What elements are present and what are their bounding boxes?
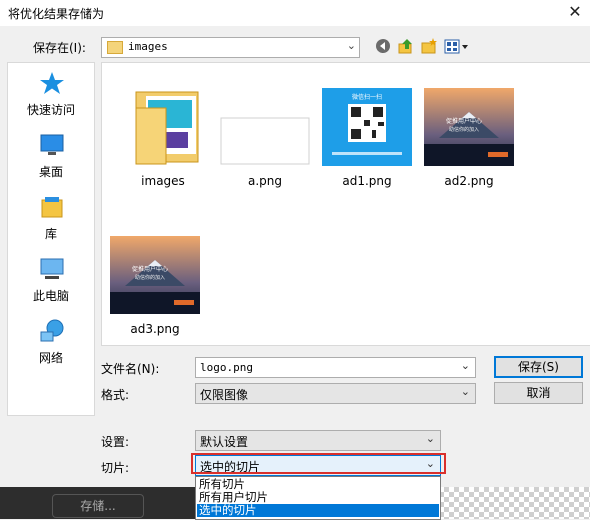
sidebar-item-library[interactable]: 库 (8, 193, 94, 243)
filename-value: logo.png (200, 361, 253, 374)
places-sidebar: 快速访问 桌面 库 此电脑 网络 (7, 62, 95, 416)
format-value: 仅限图像 (200, 388, 249, 402)
mountain-thumb-subtitle: 助信你的加入 (134, 275, 165, 281)
format-select[interactable]: 仅限图像 ⌄ (195, 383, 476, 404)
settings-label: 设置: (101, 435, 130, 449)
store-button[interactable]: 存储... (52, 494, 144, 518)
dialog-title: 将优化结果存储为 (8, 7, 105, 21)
file-item-a-png[interactable]: a.png (215, 88, 315, 192)
file-item-ad2-png[interactable]: 促推用户中心 助信你的加入 ad2.png (419, 88, 519, 192)
chevron-down-icon: ⌄ (460, 359, 470, 372)
slices-dropdown-list: 所有切片 所有用户切片 选中的切片 (195, 476, 441, 520)
location-label: 保存在(I): (33, 41, 86, 55)
highlight-frame (191, 453, 446, 474)
mountain-thumb-title: 促推用户中心 (445, 118, 482, 125)
format-label: 格式: (101, 388, 130, 402)
library-icon (41, 197, 63, 218)
file-item-ad3-png[interactable]: 促推用户中心 助信你的加入 ad3.png (105, 236, 205, 340)
computer-icon (40, 258, 64, 279)
image-thumbnail (220, 117, 310, 165)
settings-select[interactable]: 默认设置 ⌄ (195, 430, 441, 451)
file-list: images a.png 微信扫一扫 ad1.png 促推用户中心 助信你的加入… (101, 62, 590, 346)
view-menu-icon[interactable] (444, 39, 472, 55)
qr-thumb-title: 微信扫一扫 (351, 94, 382, 101)
slices-label: 切片: (101, 461, 130, 475)
sidebar-item-desktop[interactable]: 桌面 (8, 131, 94, 181)
settings-value: 默认设置 (200, 435, 249, 449)
close-icon[interactable]: ✕ (566, 2, 584, 22)
chevron-down-icon: ⌄ (346, 39, 356, 52)
location-value: images (128, 40, 168, 53)
cancel-button[interactable]: 取消 (494, 382, 583, 404)
folder-icon (135, 91, 199, 165)
chevron-down-icon: ⌄ (425, 432, 435, 445)
save-button[interactable]: 保存(S) (494, 356, 583, 378)
mountain-thumb-title: 促推用户中心 (131, 266, 168, 273)
location-select[interactable]: images ⌄ (101, 37, 360, 58)
slices-option-selected[interactable]: 选中的切片 (197, 504, 439, 517)
new-folder-icon[interactable] (421, 38, 437, 54)
folder-icon (107, 41, 123, 54)
file-item-images[interactable]: images (113, 88, 213, 192)
star-icon (40, 72, 64, 94)
up-folder-icon[interactable] (398, 38, 414, 54)
back-icon[interactable] (375, 38, 391, 54)
filename-input[interactable]: logo.png ⌄ (195, 357, 476, 378)
sidebar-item-network[interactable]: 网络 (8, 317, 94, 367)
desktop-icon (40, 134, 64, 155)
transparency-checkerboard (439, 487, 590, 519)
sidebar-item-quick-access[interactable]: 快速访问 (8, 69, 94, 119)
network-icon (40, 319, 64, 342)
filename-label: 文件名(N): (101, 362, 160, 376)
file-item-ad1-png[interactable]: 微信扫一扫 ad1.png (317, 88, 417, 192)
mountain-thumb-subtitle: 助信你的加入 (448, 127, 479, 133)
sidebar-item-this-pc[interactable]: 此电脑 (8, 255, 94, 305)
chevron-down-icon: ⌄ (460, 385, 470, 398)
